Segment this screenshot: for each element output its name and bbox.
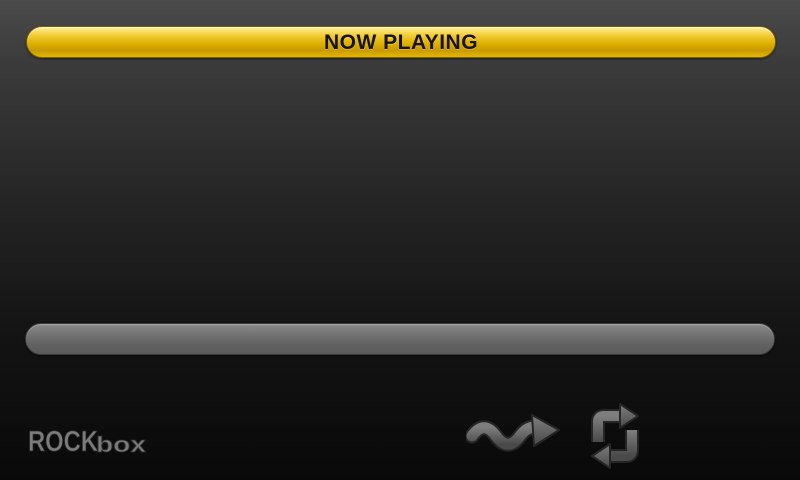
progress-bar[interactable] bbox=[25, 323, 775, 355]
track-info-area bbox=[26, 70, 776, 310]
shuffle-icon[interactable] bbox=[466, 410, 562, 460]
logo-text-rock: ROCK bbox=[28, 426, 98, 458]
logo-text-box: box bbox=[96, 432, 147, 457]
repeat-icon[interactable] bbox=[586, 402, 644, 470]
now-playing-title-bar: NOW PLAYING bbox=[26, 26, 776, 58]
page-title: NOW PLAYING bbox=[323, 30, 479, 54]
rockbox-logo: ROCK box bbox=[26, 414, 150, 458]
